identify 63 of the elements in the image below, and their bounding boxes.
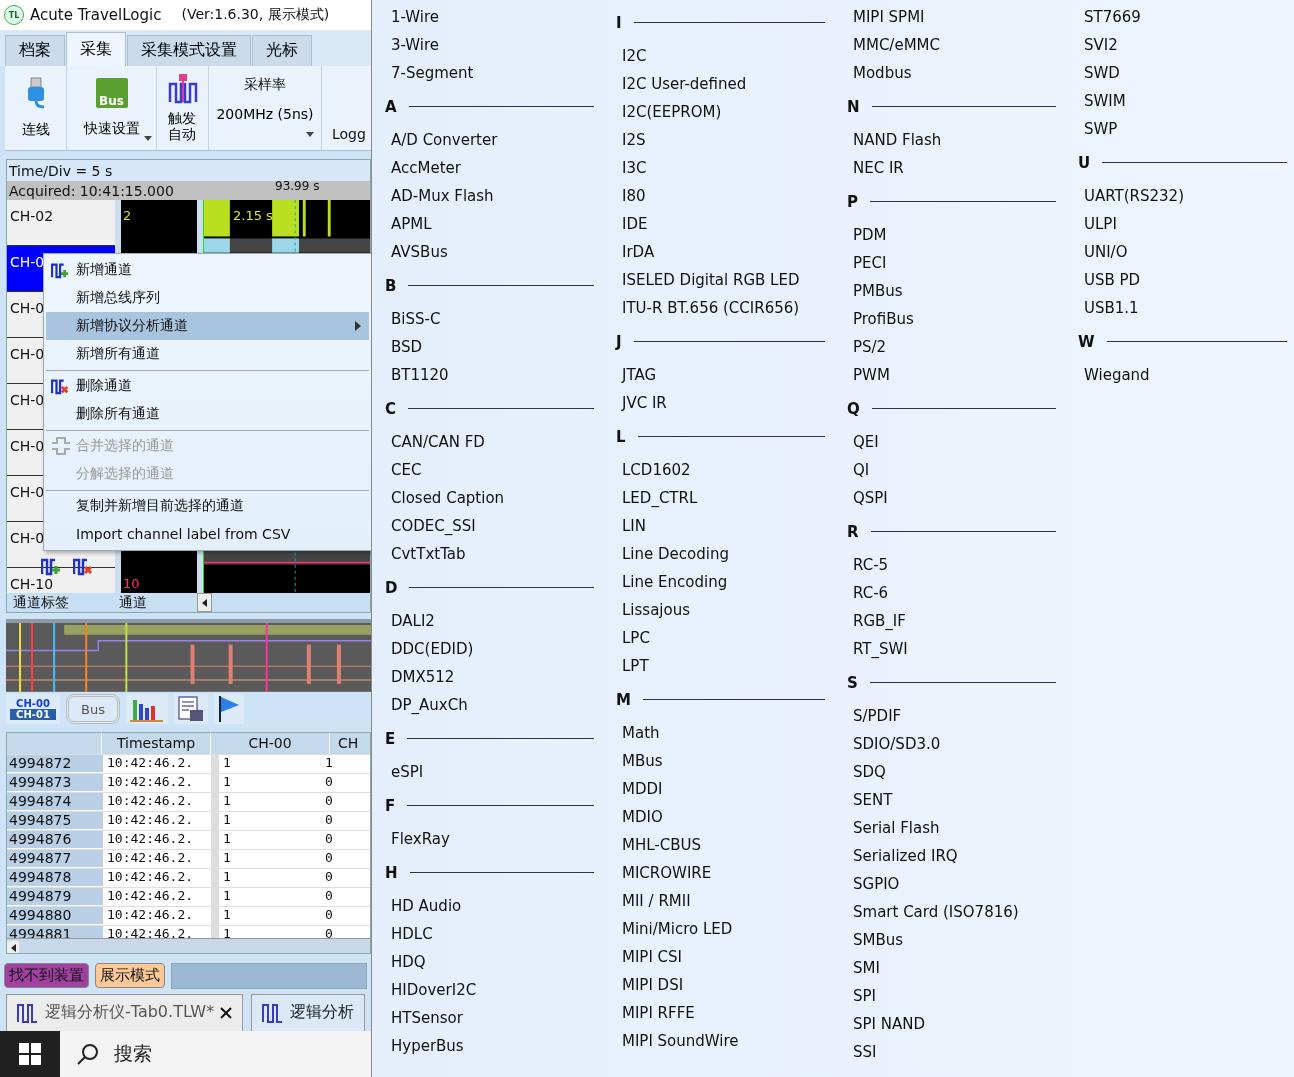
section-letter: N [847, 97, 860, 116]
bus-icon: Bus [95, 78, 128, 108]
acquired-time: Acquired: 10:41:15.000 [9, 182, 174, 199]
app-logo: TL [4, 5, 24, 26]
table-cell-text: 0 [324, 887, 334, 905]
table-cell-text: 0 [324, 792, 334, 810]
column-label: 通道标签 [13, 593, 70, 612]
table-cell-text: 0 [324, 811, 334, 829]
section-letter: S [847, 673, 858, 692]
table-cell: 1 [211, 830, 321, 849]
table-cell-text: 0 [324, 925, 334, 938]
table-cell: 1 [211, 849, 321, 868]
section-letter: A [385, 97, 397, 116]
table-cell-text: 10:42:46.2. [106, 925, 195, 938]
table-cell-text: 0 [324, 773, 334, 791]
table-cell-text: 10:42:46.2. [106, 792, 195, 810]
table-cell: 1 [211, 811, 321, 830]
ribbon-label: Logg [332, 126, 366, 143]
measurement-label: 2.15 s [233, 208, 273, 224]
section-letter: U [1078, 153, 1091, 172]
cursor-time: 93.99 s [275, 179, 320, 194]
window-title: Acute TravelLogic [30, 6, 162, 25]
table-cell-text: 10:42:46.2. [106, 773, 195, 791]
table-cell-text: 0 [324, 849, 334, 867]
section-letter: W [1078, 332, 1095, 351]
section-letter: I [616, 13, 622, 32]
table-cell-text: 10:42:46.2. [106, 849, 195, 867]
section-letter: B [385, 276, 397, 295]
table-cell: 1 [211, 792, 321, 811]
section-letter: M [616, 690, 631, 709]
table-cell-text: 10:42:46.2. [106, 754, 195, 772]
table-cell-text: 1 [324, 754, 334, 772]
window-subtitle: (Ver:1.6.30, 展示模式) [181, 6, 330, 25]
section-letter: F [385, 796, 396, 815]
section-letter: R [847, 522, 859, 541]
table-cell: 1 [211, 773, 321, 792]
section-letter: D [385, 578, 398, 597]
section-letter: L [616, 427, 626, 446]
time-div-label: Time/Div = 5 s [9, 162, 113, 179]
status-badge: 找不到装置 [4, 963, 89, 989]
channel-value: 10 [123, 576, 140, 592]
section-letter: Q [847, 399, 860, 418]
section-letter: H [385, 863, 398, 882]
table-cell: 1 [211, 868, 321, 887]
table-cell-text: 10:42:46.2. [106, 830, 195, 848]
section-letter: C [385, 399, 396, 418]
channel-value: 2 [123, 208, 132, 224]
table-cell: 1 [211, 887, 321, 906]
table-cell: 1 [211, 906, 321, 925]
table-cell-text: 0 [324, 830, 334, 848]
table-cell-text: 10:42:46.2. [106, 906, 195, 924]
sample-rate-label: 采样率 [244, 75, 286, 94]
table-cell-text: 10:42:46.2. [106, 811, 195, 829]
section-letter: J [616, 332, 622, 351]
table-cell-text: 0 [324, 868, 334, 886]
section-letter: E [385, 729, 396, 748]
section-letter: P [847, 192, 858, 211]
column-label: 通道 [119, 593, 147, 612]
table-cell-text: 10:42:46.2. [106, 887, 195, 905]
table-cell-text: 0 [324, 906, 334, 924]
status-badge: 展示模式 [95, 963, 165, 989]
table-cell: 1 [211, 754, 321, 773]
table-cell-text: 10:42:46.2. [106, 868, 195, 886]
